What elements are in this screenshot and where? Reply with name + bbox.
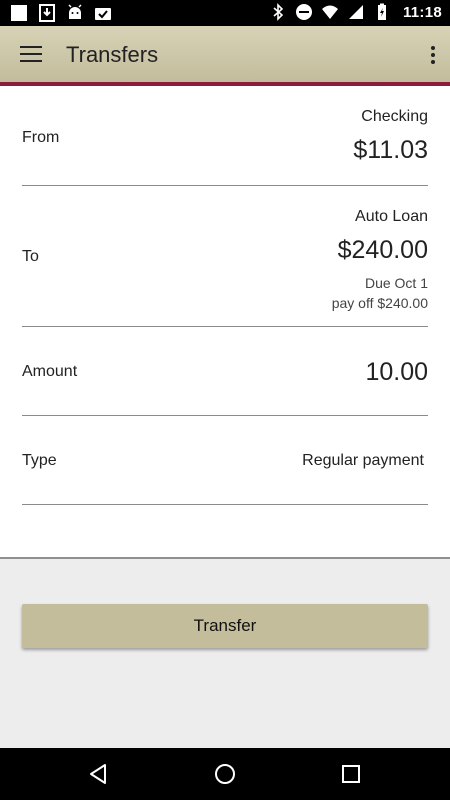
status-time: 11:18 [402,3,442,21]
page-title: Transfers [66,42,159,67]
bluetooth-icon [273,3,284,21]
recents-icon[interactable] [339,762,363,786]
amount-label: Amount [22,363,78,380]
from-account-balance: $11.03 [353,136,428,164]
type-select[interactable]: Regular payment [302,452,424,470]
signal-icon [348,5,363,19]
from-account-row[interactable]: From Checking $11.03 [22,86,428,186]
to-account-row[interactable]: To Auto Loan $240.00 Due Oct 1 pay off $… [22,186,428,327]
menu-icon[interactable] [20,46,42,62]
android-icon [68,4,82,19]
from-account-name: Checking [361,108,428,125]
to-payoff-amount: pay off $240.00 [331,295,428,311]
to-account-name: Auto Loan [355,208,428,225]
transfer-form: From Checking $11.03 To Auto Loan $240.0… [0,86,450,558]
download-icon [39,4,55,22]
to-label: To [22,248,39,265]
notification-square-icon [11,5,27,21]
app-bar: Transfers [0,26,450,92]
system-nav-bar [0,748,450,800]
action-area: Transfer [0,559,450,748]
amount-row[interactable]: Amount 10.00 [22,327,428,416]
home-icon[interactable] [213,762,237,786]
from-label: From [22,129,60,146]
to-account-balance: $240.00 [337,236,428,264]
type-label: Type [22,452,57,469]
clipboard-check-icon [95,8,111,20]
back-icon[interactable] [87,762,111,786]
more-options-icon[interactable] [430,46,436,64]
to-due-date: Due Oct 1 [364,275,428,291]
status-bar: 11:18 [0,0,450,26]
transfer-button[interactable]: Transfer [22,604,428,648]
type-row[interactable]: Type Regular payment [22,416,428,505]
amount-input[interactable]: 10.00 [365,358,428,387]
wifi-icon [321,5,338,19]
battery-charging-icon [377,3,386,20]
do-not-disturb-icon [295,4,312,20]
